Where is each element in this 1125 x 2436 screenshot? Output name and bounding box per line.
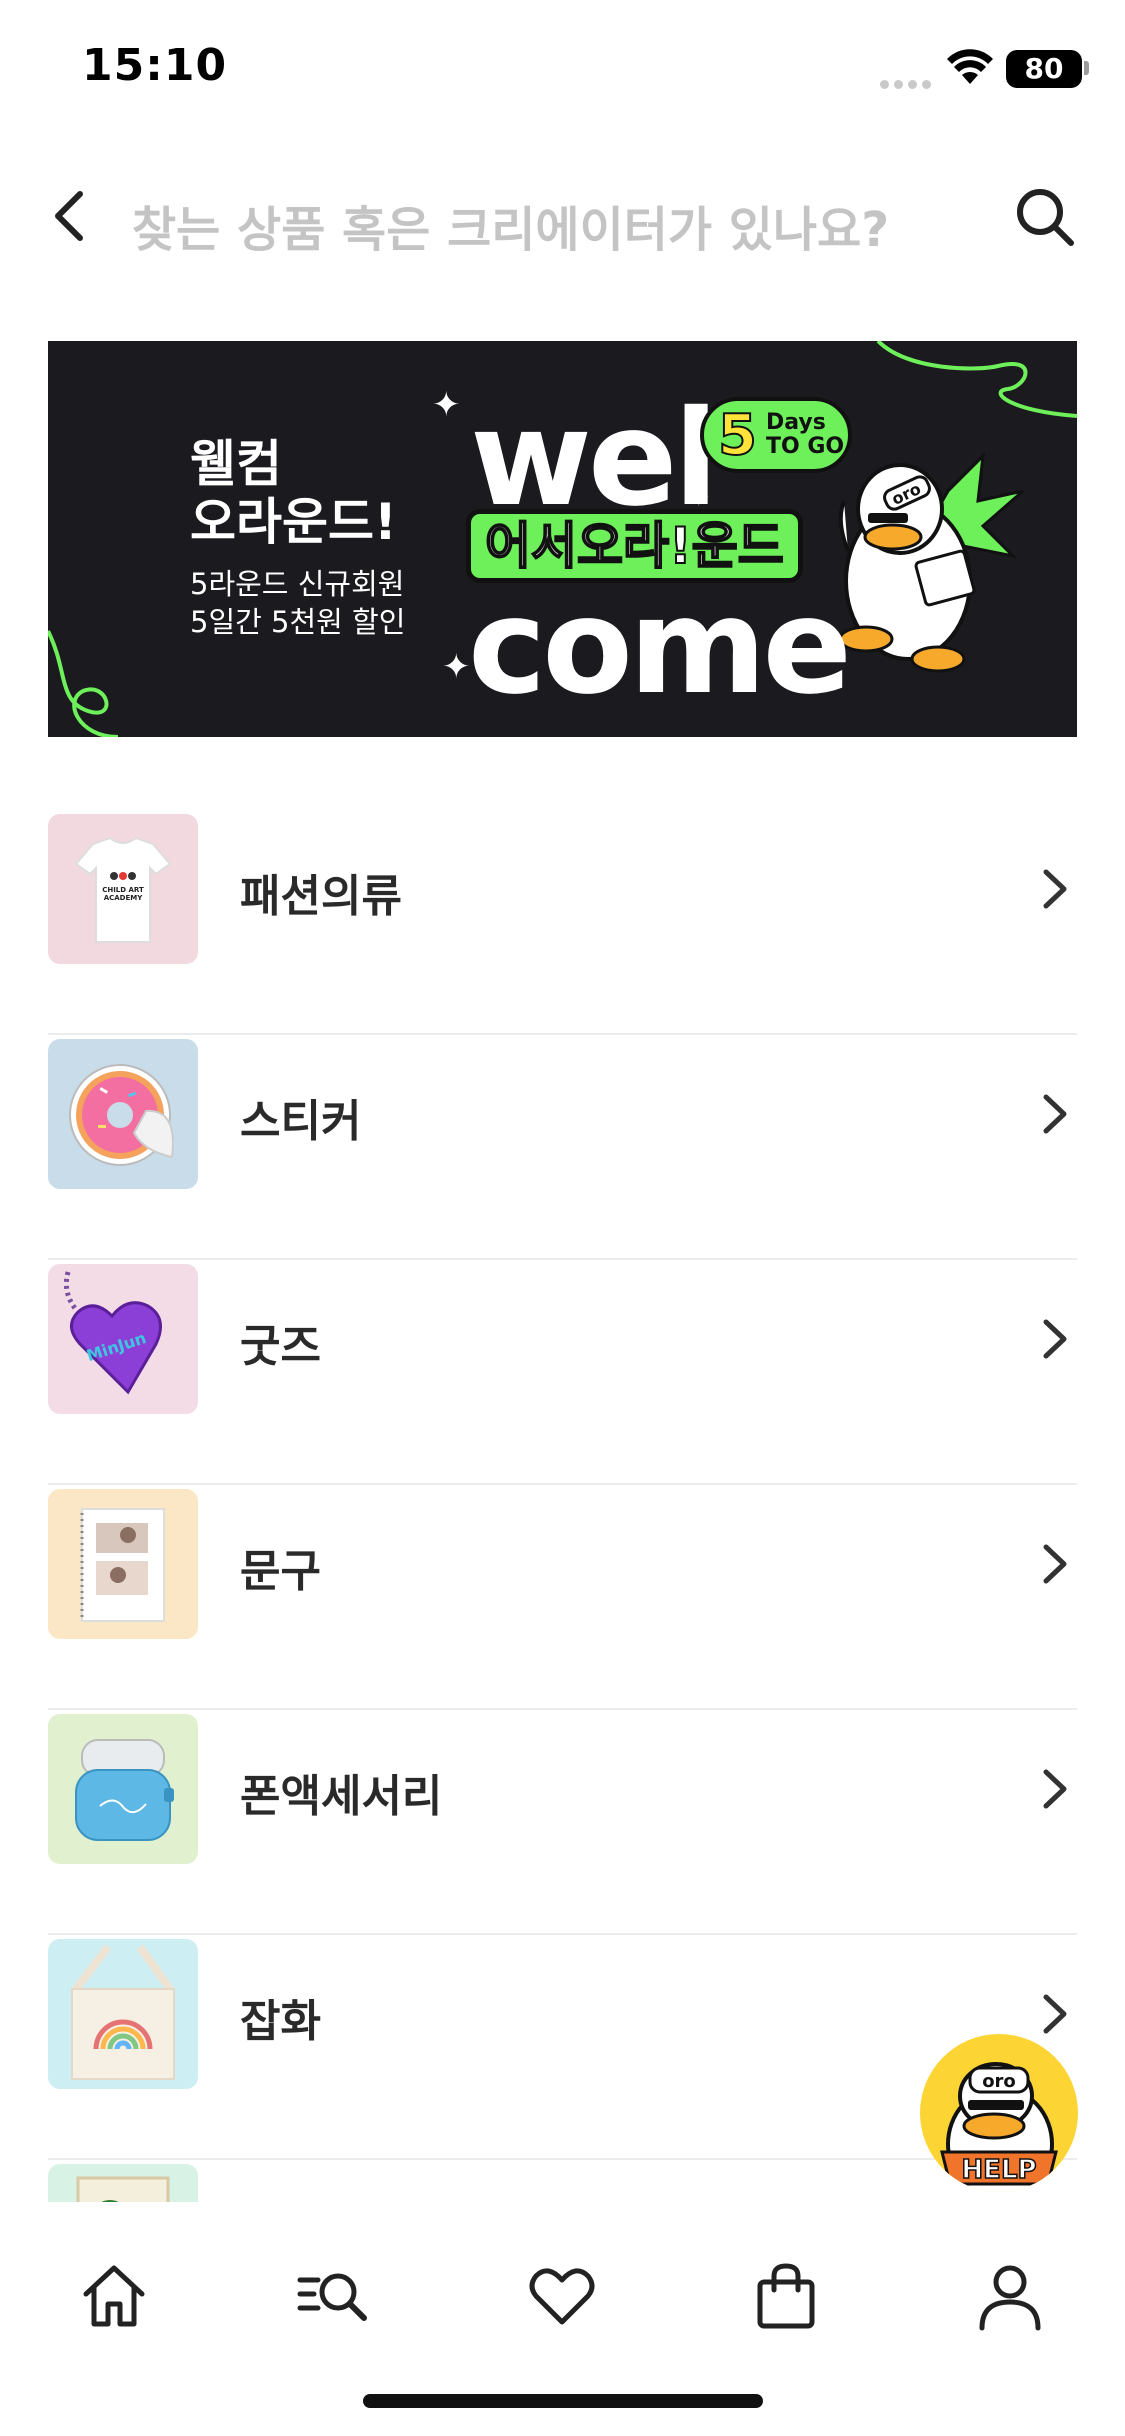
- chevron-right-icon: [1043, 1319, 1067, 1359]
- signal-dots-icon: [880, 74, 936, 89]
- category-label: 폰액세서리: [240, 1771, 443, 1822]
- category-item-fashion[interactable]: CHILD ART ACADEMY 패션의류: [48, 810, 1077, 1035]
- airpods-case-icon: [48, 1714, 198, 1864]
- category-item-stationery[interactable]: 문구: [48, 1485, 1077, 1710]
- svg-text:CHILD ART: CHILD ART: [102, 886, 144, 894]
- category-search-icon[interactable]: [296, 2260, 368, 2332]
- category-item-sticker[interactable]: 스티커: [48, 1035, 1077, 1260]
- category-item-partial[interactable]: [48, 2160, 1077, 2202]
- heart-icon[interactable]: [526, 2260, 598, 2332]
- category-label: 스티커: [240, 1096, 362, 1147]
- banner-word-wel: wel: [470, 382, 719, 536]
- help-button[interactable]: oro HELP: [920, 2034, 1078, 2192]
- sparkle-icon: ✦: [432, 385, 461, 425]
- home-indicator: [363, 2394, 763, 2408]
- heart-keyring-icon: MinJun: [48, 1264, 198, 1414]
- status-bar: 15:10 80: [0, 0, 1125, 140]
- help-mascot-icon: oro HELP: [940, 2062, 1058, 2192]
- category-label: 문구: [240, 1546, 321, 1597]
- category-item-phone-accessory[interactable]: 폰액세서리: [48, 1710, 1077, 1935]
- days-number: 5: [717, 402, 758, 469]
- category-label: 잡화: [240, 1996, 321, 2047]
- chevron-right-icon: [1043, 1544, 1067, 1584]
- category-label: 굿즈: [240, 1321, 321, 1372]
- welcome-banner[interactable]: oro ✦ ✦ ✦ 웰컴 오라운드! 5라운드 신규회원 5일간 5천원 할인 …: [48, 341, 1077, 737]
- t-shirt-icon: CHILD ART ACADEMY: [48, 814, 198, 964]
- chevron-right-icon: [1043, 1094, 1067, 1134]
- back-arrow-icon[interactable]: [44, 188, 96, 244]
- banner-title: 웰컴 오라운드!: [190, 435, 397, 551]
- wifi-icon: [947, 49, 993, 84]
- duck-mascot-icon: oro: [838, 451, 1024, 673]
- days-text: Days TO GO: [766, 410, 845, 459]
- svg-text:ACADEMY: ACADEMY: [104, 894, 144, 902]
- banner-word-come: come: [468, 570, 852, 724]
- chevron-right-icon: [1043, 1994, 1067, 2034]
- battery-tip: [1084, 61, 1089, 75]
- category-item-goods[interactable]: MinJun 굿즈: [48, 1260, 1077, 1485]
- notebook-icon: [48, 1489, 198, 1639]
- search-icon[interactable]: [1014, 186, 1076, 248]
- help-label: HELP: [961, 2155, 1036, 2185]
- tote-bag-icon: [48, 1939, 198, 2089]
- days-to-go-badge: 5 Days TO GO: [700, 397, 852, 473]
- category-label: 패션의류: [240, 871, 402, 922]
- user-icon[interactable]: [974, 2260, 1046, 2332]
- status-time: 15:10: [82, 40, 228, 91]
- banner-subtitle: 5라운드 신규회원 5일간 5천원 할인: [190, 567, 406, 639]
- chevron-right-icon: [1043, 1769, 1067, 1809]
- chevron-right-icon: [1043, 869, 1067, 909]
- search-header: 찾는 상품 혹은 크리에이터가 있나요?: [0, 160, 1125, 270]
- home-icon[interactable]: [78, 2260, 150, 2332]
- donut-sticker-icon: [48, 1039, 198, 1189]
- banner-slogan: 어서오라!운드: [466, 509, 803, 583]
- bottom-nav: [0, 2206, 1125, 2436]
- category-list: CHILD ART ACADEMY 패션의류 스티커 MinJun 굿즈 문구 …: [48, 810, 1077, 2202]
- frame-icon: [48, 2164, 198, 2202]
- shopping-bag-icon[interactable]: [750, 2260, 822, 2332]
- sparkle-icon: ✦: [442, 647, 471, 687]
- battery-icon: 80: [1006, 50, 1082, 88]
- search-input[interactable]: 찾는 상품 혹은 크리에이터가 있나요?: [132, 190, 889, 260]
- svg-text:oro: oro: [982, 2071, 1016, 2092]
